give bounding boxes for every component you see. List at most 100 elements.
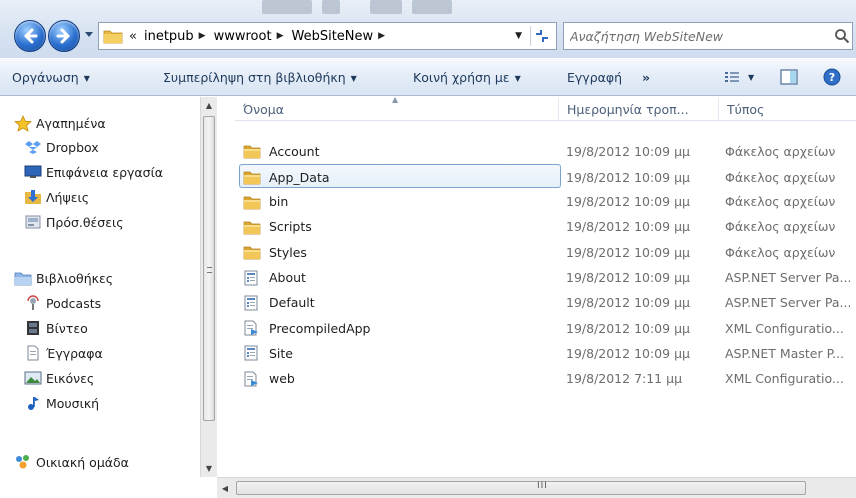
sidebar-item-desktop[interactable]: Επιφάνεια εργασία — [24, 164, 163, 180]
table-row[interactable]: Default 19/8/2012 10:09 μμ ASP.NET Server … — [235, 291, 856, 315]
chevron-down-icon: ▼ — [748, 72, 755, 82]
music-icon — [24, 395, 42, 411]
table-row[interactable]: web 19/8/2012 7:11 μμ XML Configuratio... — [235, 367, 856, 391]
file-date-cell: 19/8/2012 10:09 μμ — [566, 345, 690, 361]
sidebar-item-libraries[interactable]: Βιβλιοθήκες — [14, 270, 113, 286]
sidebar-item-music[interactable]: Μουσική — [24, 395, 99, 411]
breadcrumb[interactable]: « inetpub ▶ wwwroot ▶ WebSiteNew ▶ ▼ — [98, 22, 557, 50]
file-date-cell: 19/8/2012 10:09 μμ — [566, 194, 690, 210]
pane-splitter[interactable] — [217, 97, 235, 477]
table-row[interactable]: About 19/8/2012 10:09 μμ ASP.NET Server Pa… — [235, 266, 856, 290]
share-with-menu[interactable]: Κοινή χρήση με ▼ — [413, 70, 521, 85]
chevron-down-icon: ▼ — [350, 74, 357, 83]
chevron-right-icon[interactable]: ▶ — [277, 31, 287, 41]
column-header-date-modified[interactable]: Ημερομηνία τροπ... — [558, 97, 718, 121]
sidebar-item-videos[interactable]: Βίντεο — [24, 320, 88, 336]
file-date-cell: 19/8/2012 7:11 μμ — [566, 371, 683, 387]
dropbox-icon — [24, 139, 42, 155]
file-name-cell: web — [243, 367, 563, 391]
column-header-type[interactable]: Τύπος — [718, 97, 856, 121]
forward-button[interactable] — [48, 20, 80, 52]
column-header-row: Όνομα ▲ Ημερομηνία τροπ... Τύπος — [235, 95, 856, 121]
sidebar-item-downloads[interactable]: Λήψεις — [24, 189, 89, 205]
recent-places-icon — [24, 214, 42, 230]
forward-arrow-icon — [56, 28, 70, 44]
file-type-cell: Φάκελος αρχείων — [725, 244, 836, 260]
table-row[interactable]: Styles 19/8/2012 10:09 μμ Φάκελος αρχείων — [235, 240, 856, 264]
back-arrow-icon — [24, 28, 38, 44]
sidebar-item-recent-places[interactable]: Πρόσ.θέσεις — [24, 214, 124, 230]
chevron-down-icon[interactable]: ▼ — [515, 31, 522, 41]
blurred-title-decoration — [262, 0, 312, 14]
sidebar-item-label: Dropbox — [46, 139, 99, 155]
sidebar-item-pictures[interactable]: Εικόνες — [24, 370, 94, 386]
navigation-pane-scrollbar[interactable]: ▲ ▼ — [200, 97, 217, 477]
help-button[interactable]: ? — [823, 68, 841, 86]
address-bar-area: « inetpub ▶ wwwroot ▶ WebSiteNew ▶ ▼ — [0, 0, 856, 58]
preview-pane-button[interactable] — [780, 68, 798, 86]
recent-pages-button[interactable] — [84, 30, 94, 40]
file-date-cell: 19/8/2012 10:09 μμ — [566, 169, 690, 185]
file-name-cell: About — [243, 266, 563, 290]
search-input[interactable] — [570, 28, 830, 44]
file-list-horizontal-scrollbar[interactable]: ◀ III — [217, 477, 856, 498]
back-button[interactable] — [14, 20, 46, 52]
organize-menu[interactable]: Οργάνωση ▼ — [12, 70, 90, 85]
file-date-cell: 19/8/2012 10:09 μμ — [566, 270, 690, 285]
scroll-down-arrow-icon[interactable]: ▼ — [201, 460, 217, 477]
folder-icon — [243, 244, 261, 260]
command-bar: Οργάνωση ▼ Συμπερίληψη στη βιβλιοθήκη ▼ Κο… — [0, 58, 856, 96]
sidebar-item-favorites[interactable]: Αγαπημένα — [14, 114, 106, 132]
file-type-cell: XML Configuratio... — [725, 320, 844, 336]
chevron-down-icon: ▼ — [83, 74, 90, 83]
include-in-library-menu[interactable]: Συμπερίληψη στη βιβλιοθήκη ▼ — [163, 70, 357, 85]
breadcrumb-label: wwwroot — [213, 28, 272, 44]
podcast-icon — [24, 295, 42, 311]
file-name: web — [269, 371, 295, 387]
table-row[interactable]: App_Data 19/8/2012 10:09 μμ Φάκελος αρχείω… — [239, 164, 835, 189]
change-view-button[interactable]: ▼ — [724, 68, 754, 86]
search-box[interactable] — [563, 22, 853, 50]
table-row[interactable]: Site 19/8/2012 10:09 μμ ASP.NET Master P..… — [235, 341, 856, 365]
file-type-cell: Φάκελος αρχείων — [725, 143, 836, 159]
file-name: Account — [269, 143, 320, 159]
table-row[interactable]: bin 19/8/2012 10:09 μμ Φάκελος αρχείων — [235, 190, 856, 214]
sidebar-item-homegroup[interactable]: Οικιακή ομάδα — [14, 454, 129, 470]
burn-button[interactable]: Εγγραφή — [567, 70, 622, 85]
sidebar-item-dropbox[interactable]: Dropbox — [24, 139, 99, 155]
file-date-cell: 19/8/2012 10:09 μμ — [566, 295, 690, 311]
table-row[interactable]: Scripts 19/8/2012 10:09 μμ Φάκελος αρχείων — [235, 215, 856, 239]
chevron-right-icon[interactable]: ▶ — [199, 31, 209, 41]
scroll-up-arrow-icon[interactable]: ▲ — [201, 97, 217, 114]
folder-icon — [243, 219, 261, 235]
chevron-right-icon[interactable]: ▶ — [378, 31, 388, 41]
blurred-title-decoration — [412, 0, 452, 14]
scrollbar-thumb[interactable] — [203, 116, 215, 421]
file-name: About — [269, 270, 306, 285]
file-type-cell: ASP.NET Master P... — [725, 345, 845, 361]
table-row[interactable]: Account 19/8/2012 10:09 μμ Φάκελος αρχείων — [235, 139, 856, 163]
search-icon[interactable] — [834, 28, 850, 44]
sidebar-item-podcasts[interactable]: Podcasts — [24, 295, 101, 311]
file-name: Styles — [269, 244, 307, 260]
folder-icon — [243, 169, 261, 185]
breadcrumb-item-wwwroot[interactable]: wwwroot ▶ — [209, 29, 287, 44]
breadcrumb-item-websitenew[interactable]: WebSiteNew ▶ — [286, 29, 388, 44]
file-name-cell: Styles — [243, 240, 563, 264]
breadcrumb-overflow[interactable]: « — [123, 29, 139, 44]
blurred-title-decoration — [370, 0, 402, 14]
sidebar-item-label: Λήψεις — [46, 189, 90, 205]
navigation-pane-footer — [0, 477, 217, 498]
breadcrumb-label: WebSiteNew — [291, 28, 374, 44]
breadcrumb-item-inetpub[interactable]: inetpub ▶ — [139, 29, 209, 44]
table-row[interactable]: PrecompiledApp 19/8/2012 10:09 μμ XML Conf… — [235, 316, 856, 340]
scrollbar-thumb[interactable]: III — [236, 481, 806, 495]
scroll-left-arrow-icon[interactable]: ◀ — [217, 480, 233, 496]
file-name-cell: Default — [243, 291, 563, 315]
refresh-button[interactable] — [530, 26, 552, 46]
file-type-cell: Φάκελος αρχείων — [725, 169, 836, 185]
file-date-cell: 19/8/2012 10:09 μμ — [566, 143, 690, 159]
sidebar-item-label: Έγγραφα — [46, 345, 103, 361]
more-commands-button[interactable]: » — [642, 70, 650, 85]
sidebar-item-documents[interactable]: Έγγραφα — [24, 345, 103, 361]
